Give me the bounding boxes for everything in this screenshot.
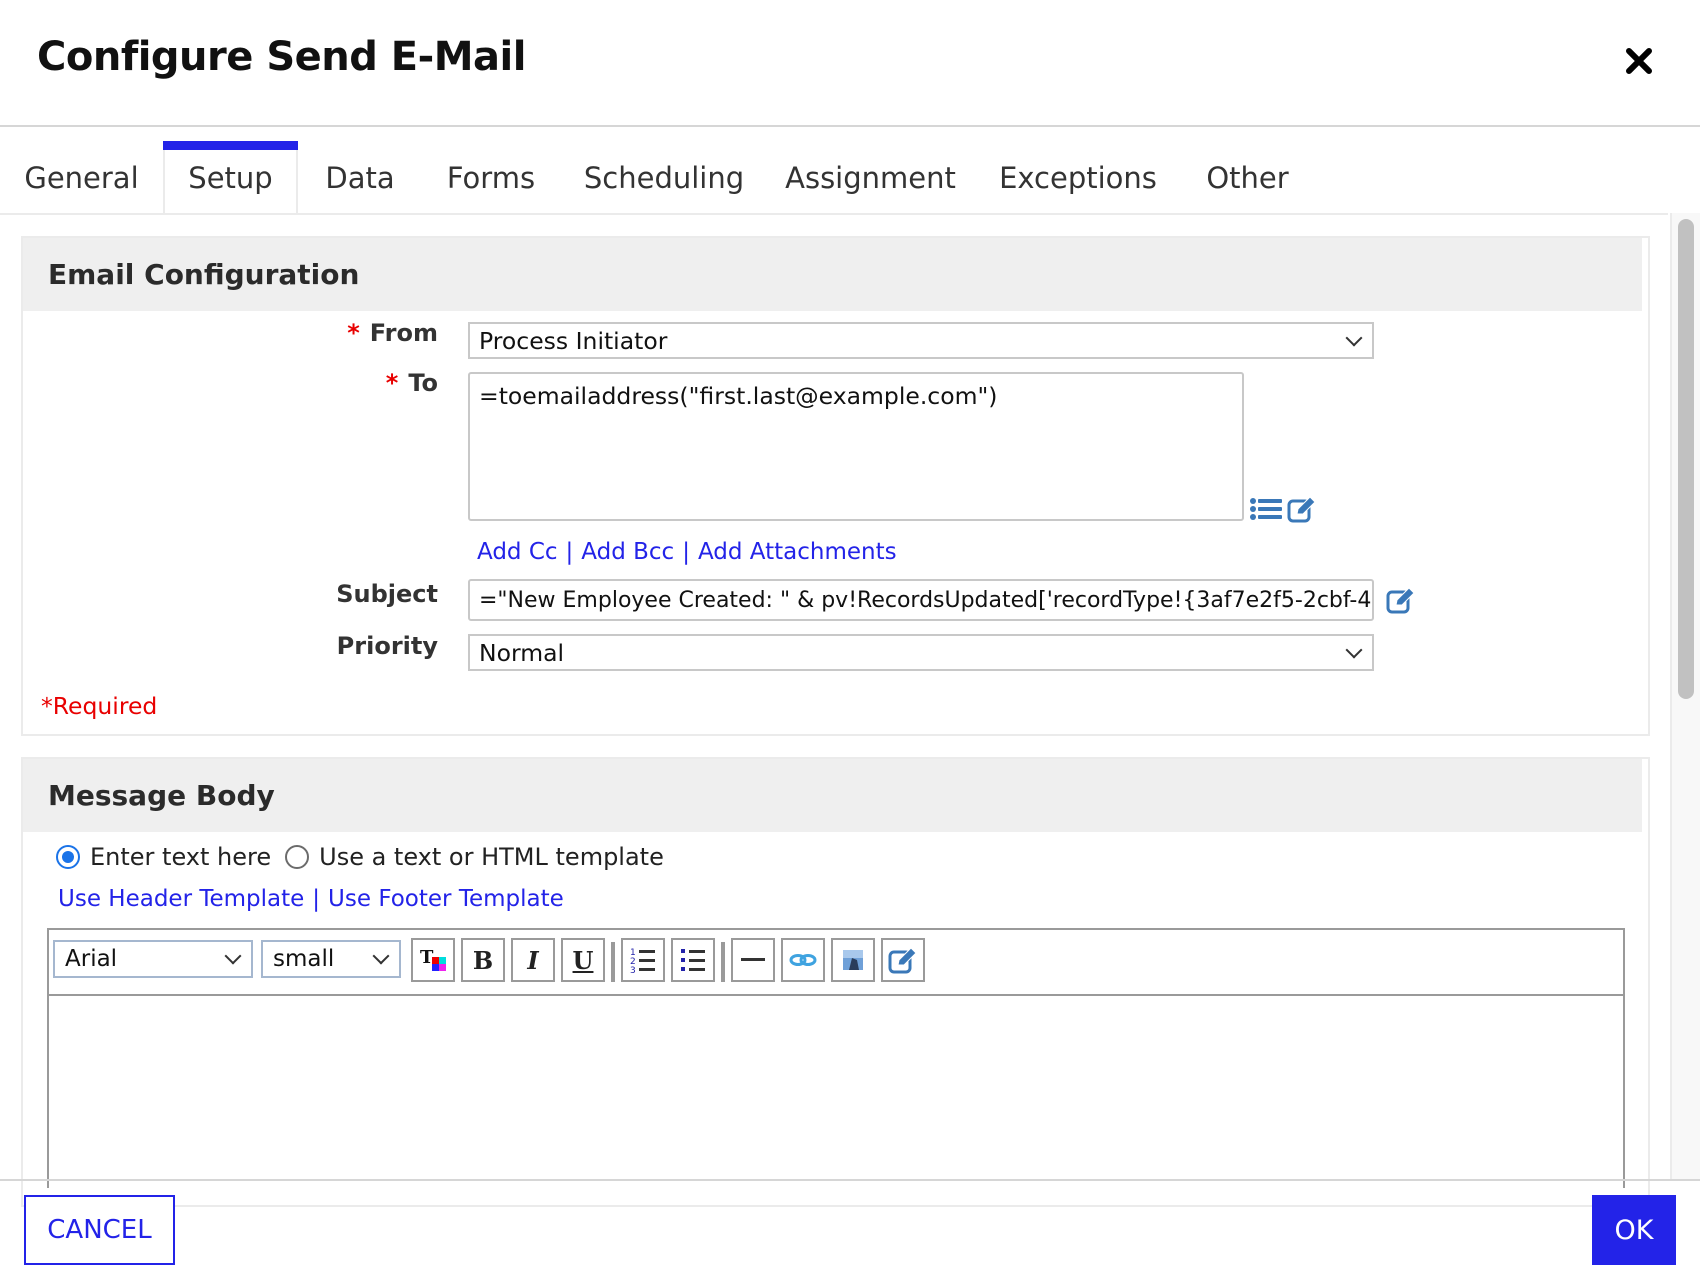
radio-use-template-label[interactable]: Use a text or HTML template [319, 843, 664, 871]
italic-icon: I [527, 945, 539, 975]
expression-editor-icon [888, 947, 917, 974]
ordered-list-button[interactable]: 1 2 3 [621, 938, 665, 982]
chevron-down-icon [224, 947, 242, 965]
required-marker: * [347, 319, 360, 347]
priority-select[interactable]: Normal [468, 634, 1374, 671]
link-separator: | [682, 539, 690, 565]
subject-expression-editor-button[interactable] [1386, 586, 1416, 618]
font-family-select[interactable]: Arial [53, 940, 253, 978]
subject-input[interactable]: ="New Employee Created: " & pv!RecordsUp… [468, 579, 1374, 621]
dialog-title: Configure Send E-Mail [37, 34, 526, 80]
section-heading: Email Configuration [23, 238, 1642, 311]
bold-button[interactable]: B [461, 938, 505, 982]
underline-icon: U [572, 945, 594, 975]
unordered-list-icon [681, 949, 705, 971]
expression-editor-icon [1287, 496, 1316, 523]
from-value: Process Initiator [479, 326, 668, 355]
tab-other[interactable]: Other [1200, 141, 1295, 214]
tab-scheduling[interactable]: Scheduling [584, 141, 744, 214]
chevron-down-icon [1345, 329, 1363, 346]
font-size-value: small [273, 946, 335, 972]
horizontal-rule-button[interactable] [731, 938, 775, 982]
add-bcc-link[interactable]: Add Bcc [581, 539, 674, 565]
subject-value: ="New Employee Created: " & pv!RecordsUp… [479, 587, 1374, 613]
tab-data[interactable]: Data [315, 141, 405, 214]
toolbar-separator [721, 942, 725, 982]
tab-exceptions[interactable]: Exceptions [998, 141, 1158, 214]
required-marker: * [385, 369, 399, 397]
underline-button[interactable]: U [561, 938, 605, 982]
close-button[interactable] [1624, 46, 1654, 76]
body-mode-radio-group: Enter text here Use a text or HTML templa… [56, 843, 678, 871]
use-header-template-link[interactable]: Use Header Template [58, 886, 304, 912]
add-cc-link[interactable]: Add Cc [477, 539, 558, 565]
ok-button[interactable]: OK [1592, 1195, 1676, 1265]
font-family-value: Arial [65, 946, 118, 972]
link-separator: | [565, 539, 574, 565]
to-label-text: To [408, 369, 438, 397]
cancel-button[interactable]: CANCEL [24, 1195, 175, 1265]
radio-enter-text[interactable] [56, 845, 80, 869]
editor-expression-button[interactable] [881, 938, 925, 982]
close-x-icon [1626, 48, 1652, 74]
link-icon [789, 954, 817, 966]
from-label: * From [138, 319, 438, 347]
svg-text:3: 3 [630, 966, 636, 974]
tab-bar: General Setup Data Forms Scheduling Assi… [0, 141, 1700, 214]
list-picker-icon [1250, 498, 1282, 520]
scrollbar-thumb[interactable] [1678, 219, 1694, 699]
header-divider [0, 125, 1700, 127]
tabs-divider [0, 213, 1668, 215]
horizontal-rule-icon [741, 958, 765, 961]
recipient-links: Add Cc | Add Bcc | Add Attachments [477, 539, 897, 565]
unordered-list-button[interactable] [671, 938, 715, 982]
editor-content-area[interactable] [49, 998, 1623, 1188]
tab-general[interactable]: General [0, 141, 163, 214]
insert-image-button[interactable] [831, 938, 875, 982]
list-picker-button[interactable] [1250, 497, 1284, 525]
to-label: * To [138, 369, 438, 397]
insert-link-button[interactable] [781, 938, 825, 982]
text-color-icon: T [420, 947, 446, 971]
text-color-button[interactable]: T [411, 938, 455, 982]
subject-label: Subject [336, 580, 438, 608]
svg-text:T: T [420, 947, 434, 968]
to-value: =toemailaddress("first.last@example.com"… [479, 382, 998, 410]
bold-icon: B [472, 945, 494, 975]
chevron-down-icon [372, 947, 390, 965]
from-select[interactable]: Process Initiator [468, 322, 1374, 359]
tab-setup[interactable]: Setup [163, 141, 298, 214]
add-attachments-link[interactable]: Add Attachments [698, 539, 897, 565]
toolbar-separator [611, 942, 615, 982]
tab-forms[interactable]: Forms [440, 141, 542, 214]
italic-button[interactable]: I [511, 938, 555, 982]
to-expression-editor-button[interactable] [1287, 495, 1317, 527]
ordered-list-icon: 1 2 3 [630, 948, 655, 974]
priority-value: Normal [479, 638, 565, 667]
template-links: Use Header Template | Use Footer Template [58, 886, 564, 912]
priority-label: Priority [336, 632, 438, 660]
section-heading: Message Body [23, 759, 1642, 832]
rich-text-editor: Arial small T B I U 1 2 3 [47, 928, 1625, 1188]
use-footer-template-link[interactable]: Use Footer Template [328, 886, 564, 912]
expression-editor-icon [1386, 587, 1415, 614]
link-separator: | [312, 886, 321, 912]
image-icon [843, 950, 863, 970]
radio-enter-text-label[interactable]: Enter text here [90, 843, 271, 871]
from-label-text: From [369, 319, 438, 347]
chevron-down-icon [1345, 641, 1363, 658]
footer-divider [0, 1179, 1700, 1181]
radio-use-template[interactable] [285, 845, 310, 869]
font-size-select[interactable]: small [261, 940, 401, 978]
required-note: *Required [41, 692, 158, 720]
editor-toolbar: Arial small T B I U 1 2 3 [49, 930, 1623, 996]
tab-assignment[interactable]: Assignment [785, 141, 956, 214]
to-textarea[interactable]: =toemailaddress("first.last@example.com"… [468, 372, 1244, 521]
